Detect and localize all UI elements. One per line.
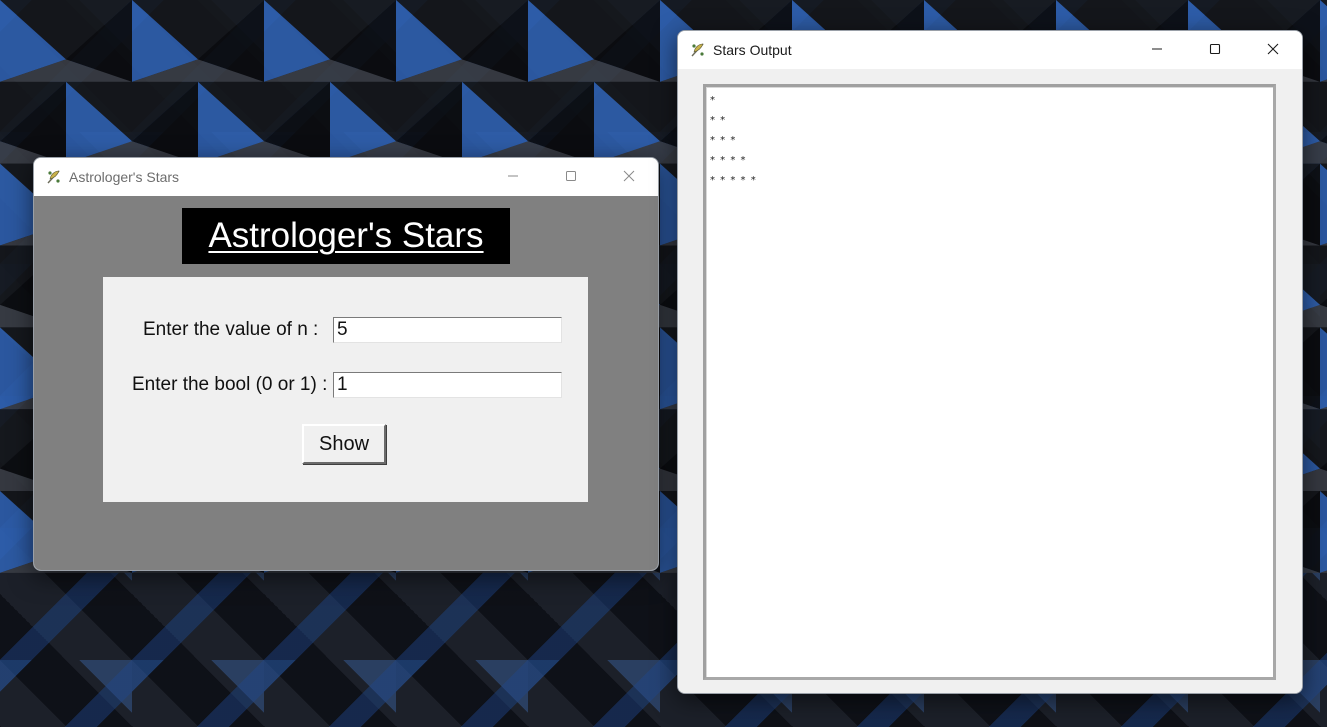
- maximize-button[interactable]: [542, 158, 600, 194]
- n-value-label: Enter the value of n :: [143, 319, 319, 340]
- heading-banner: Astrologer's Stars: [182, 208, 510, 264]
- minimize-icon: [1152, 48, 1162, 50]
- star-line: * *: [710, 115, 727, 126]
- feather-app-icon: [689, 41, 707, 59]
- astrologer-window: Astrologer's Stars Astrologer's Stars En…: [33, 157, 659, 571]
- stars-output-caption-buttons: [1128, 31, 1302, 67]
- close-icon: [1267, 43, 1279, 55]
- stars-output-textarea[interactable]: * * * * * * * * * * * * * * *: [703, 84, 1276, 680]
- astrologer-titlebar[interactable]: Astrologer's Stars: [34, 158, 658, 195]
- stars-output-body: * * * * * * * * * * * * * * *: [678, 69, 1302, 693]
- n-value-input[interactable]: [333, 317, 562, 343]
- wallpaper-facet: [1320, 163, 1327, 246]
- star-line: * * *: [710, 135, 737, 146]
- star-line: * * * *: [710, 155, 747, 166]
- star-line: * * * * *: [710, 175, 757, 186]
- stars-output-titlebar[interactable]: Stars Output: [678, 31, 1302, 68]
- desktop: Astrologer's Stars Astrologer's Stars En…: [0, 0, 1327, 727]
- maximize-icon: [566, 171, 576, 181]
- page-title: Astrologer's Stars: [208, 216, 484, 255]
- wallpaper-facet: [1320, 491, 1327, 573]
- astrologer-body: Astrologer's Stars Enter the value of n …: [34, 196, 658, 570]
- input-form-panel: Enter the value of n : Enter the bool (0…: [103, 277, 588, 502]
- star-line: *: [710, 95, 716, 106]
- stars-output-window-title: Stars Output: [713, 41, 792, 58]
- feather-app-icon: [45, 168, 63, 186]
- maximize-icon: [1209, 43, 1221, 55]
- show-button[interactable]: Show: [302, 424, 386, 464]
- wallpaper-facet: [1320, 0, 1327, 82]
- astrologer-window-title: Astrologer's Stars: [69, 168, 180, 185]
- close-button[interactable]: [600, 158, 658, 194]
- close-icon: [623, 170, 635, 182]
- bool-value-label: Enter the bool (0 or 1) :: [132, 374, 328, 395]
- stars-output-window: Stars Output * * * * * * * * * * * * * *: [677, 30, 1303, 694]
- bool-value-input[interactable]: [333, 372, 562, 398]
- minimize-icon: [508, 175, 518, 177]
- minimize-button[interactable]: [1128, 31, 1186, 67]
- close-button[interactable]: [1244, 31, 1302, 67]
- astrologer-caption-buttons: [484, 158, 658, 194]
- wallpaper-facet: [1320, 327, 1327, 410]
- minimize-button[interactable]: [484, 158, 542, 194]
- maximize-button[interactable]: [1186, 31, 1244, 67]
